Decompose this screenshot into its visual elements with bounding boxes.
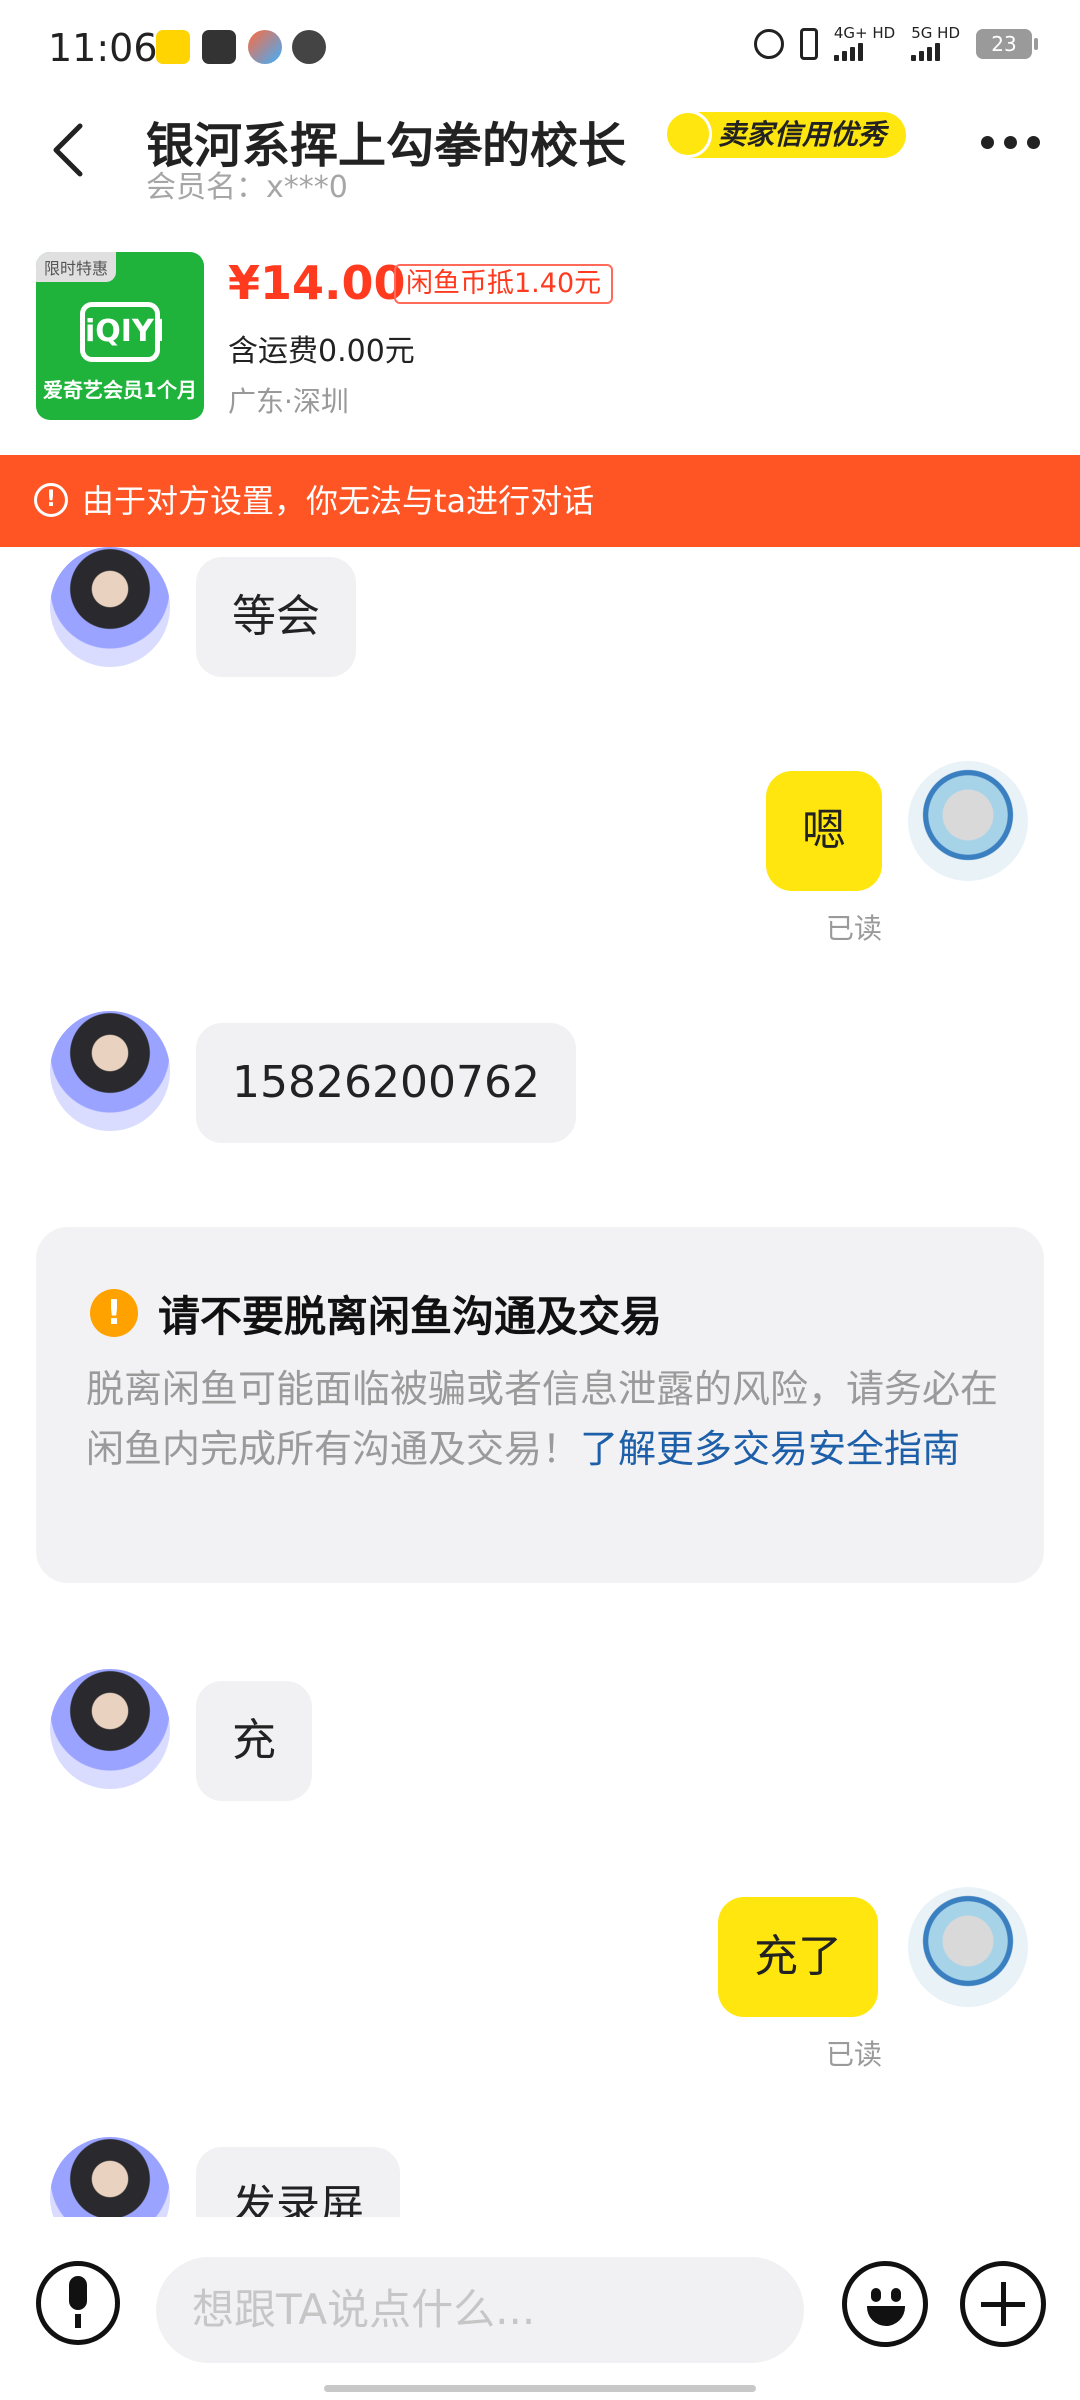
message-input[interactable]: 想跟TA说点什么...: [156, 2257, 804, 2363]
product-location: 广东·深圳: [228, 385, 349, 418]
plus-icon[interactable]: [960, 2261, 1046, 2347]
coin-discount: 闲鱼币抵1.40元: [394, 264, 614, 304]
message-bubble-right[interactable]: 嗯: [766, 771, 882, 891]
iqiyi-logo-icon: iQIYI: [80, 302, 165, 362]
signal-bars-icon: [911, 41, 960, 61]
voice-icon[interactable]: [36, 2261, 120, 2345]
battery-icon: 23: [976, 28, 1038, 59]
alert-icon: !: [34, 483, 68, 517]
alarm-icon: [753, 28, 784, 59]
message-list[interactable]: 等会 嗯 已读 15826200762 ! 请不要脱离闲鱼沟通及交易 脱离闲鱼可…: [0, 547, 1080, 2217]
input-bar: 想跟TA说点什么...: [0, 2217, 1080, 2400]
signal-2: 5G HD: [911, 26, 960, 61]
avatar-other[interactable]: [50, 547, 170, 667]
read-receipt: 已读: [826, 912, 883, 945]
signal-1: 4G+ HD: [833, 26, 895, 61]
emoji-icon[interactable]: [842, 2261, 928, 2347]
message-bubble-left[interactable]: 等会: [196, 557, 356, 677]
message-bubble-right[interactable]: 充了: [718, 1897, 878, 2017]
home-indicator[interactable]: [324, 2385, 756, 2392]
app-notification-icon: [156, 30, 190, 64]
warning-body: 脱离闲鱼可能面临被骗或者信息泄露的风险，请务必在闲鱼内完成所有沟通及交易！了解更…: [86, 1367, 999, 1471]
badge-face-icon: [664, 110, 712, 158]
vibrate-icon: [799, 27, 818, 60]
avatar-other[interactable]: [50, 1669, 170, 1789]
read-receipt: 已读: [826, 2038, 883, 2071]
safety-warning-card: ! 请不要脱离闲鱼沟通及交易 脱离闲鱼可能面临被骗或者信息泄露的风险，请务必在闲…: [36, 1227, 1044, 1583]
message-bubble-left[interactable]: 15826200762: [196, 1023, 576, 1143]
product-thumb-name: 爱奇艺会员1个月: [43, 378, 197, 402]
member-name: 会员名：x***0: [146, 170, 348, 205]
shipping-fee: 含运费0.00元: [228, 334, 415, 369]
status-indicators: 4G+ HD 5G HD 23: [753, 26, 1038, 61]
seller-credit-badge[interactable]: 卖家信用优秀: [664, 110, 907, 158]
message-notification-icon: [292, 30, 326, 64]
promo-tag: 限时特惠: [36, 252, 117, 282]
signal-bars-icon: [833, 41, 895, 61]
warning-icon: !: [90, 1289, 138, 1337]
blocked-notice-banner: ! 由于对方设置，你无法与ta进行对话: [0, 455, 1080, 547]
status-bar: 11:06 4G+ HD 5G HD 23: [0, 0, 1080, 100]
back-icon[interactable]: [40, 118, 104, 182]
product-thumbnail[interactable]: 限时特惠 iQIYI 爱奇艺会员1个月: [36, 252, 204, 420]
chat-header: 银河系挥上勾拳的校长 卖家信用优秀 会员名：x***0: [0, 100, 1080, 240]
status-time: 11:06: [48, 26, 158, 70]
message-bubble-left[interactable]: 充: [196, 1681, 312, 1801]
avatar-other[interactable]: [50, 1011, 170, 1131]
message-bubble-left[interactable]: 发录屏: [196, 2147, 400, 2217]
avatar-me[interactable]: [908, 761, 1028, 881]
avatar-other[interactable]: [50, 2137, 170, 2217]
product-card[interactable]: 限时特惠 iQIYI 爱奇艺会员1个月 ¥14.00 闲鱼币抵1.40元 含运费…: [0, 240, 1080, 455]
warning-title: 请不要脱离闲鱼沟通及交易: [158, 1292, 663, 1341]
safety-guide-link[interactable]: 了解更多交易安全指南: [580, 1427, 960, 1471]
avatar-me[interactable]: [908, 1887, 1028, 2007]
app-notification-icon-2: [248, 30, 282, 64]
product-price: ¥14.00: [228, 256, 406, 310]
shopping-notification-icon: [202, 30, 236, 64]
more-icon[interactable]: [981, 136, 1040, 149]
